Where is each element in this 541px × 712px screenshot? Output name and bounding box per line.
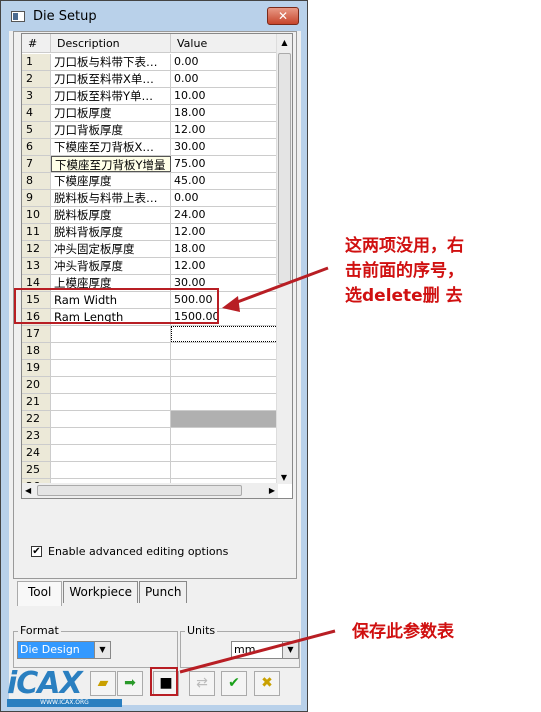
note-line-1: 这两项没用，右 [345, 236, 464, 256]
note-line-2: 击前面的序号， [345, 261, 464, 281]
note-line-3: 选delete删 去 [345, 286, 463, 306]
delete-annotation: 这两项没用，右 击前面的序号， 选delete删 去 [345, 234, 464, 309]
arrow-to-rows [231, 266, 329, 306]
save-annotation: 保存此参数表 [352, 622, 454, 642]
arrow-to-save [179, 629, 336, 674]
annotation-arrows [179, 266, 336, 674]
arrow-head-rows [222, 296, 240, 312]
